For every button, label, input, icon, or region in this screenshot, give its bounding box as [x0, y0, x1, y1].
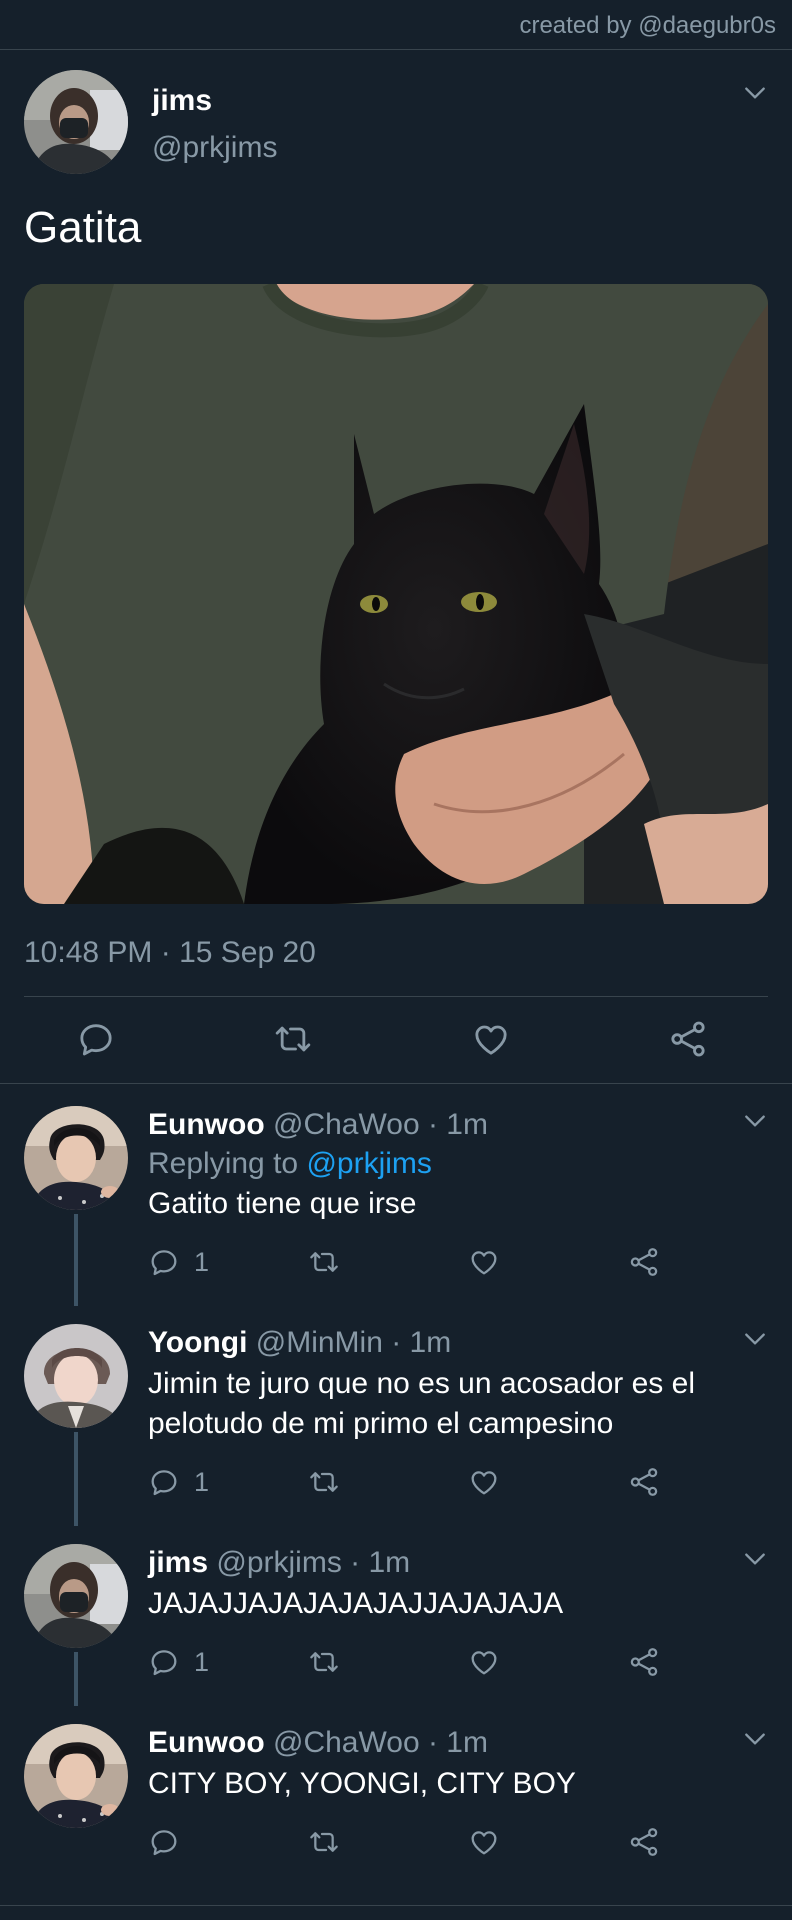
avatar[interactable] — [24, 70, 128, 174]
like-icon[interactable] — [468, 1646, 500, 1678]
avatar[interactable] — [24, 1324, 128, 1428]
replying-to-label: Replying to — [148, 1147, 307, 1180]
retweet-icon[interactable] — [308, 1646, 340, 1678]
share-icon[interactable] — [628, 1826, 660, 1858]
tweet-header: jims @prkjims — [24, 70, 768, 174]
reply-header: Eunwoo @ChaWoo · 1m — [148, 1724, 768, 1762]
credit-text: created by @daegubr0s — [519, 12, 776, 39]
reply-header: Yoongi @MinMin · 1m — [148, 1324, 768, 1362]
share-icon[interactable] — [628, 1646, 660, 1678]
chevron-down-icon[interactable] — [742, 1326, 768, 1352]
reply-meta: @ChaWoo · 1m — [273, 1726, 488, 1759]
avatar[interactable] — [24, 1544, 128, 1648]
share-icon[interactable] — [668, 1019, 708, 1059]
main-tweet: jims @prkjims Gatita 10:48 PM · 15 Sep 2… — [0, 50, 792, 1083]
tweet-photo[interactable] — [24, 284, 768, 904]
credit-header: created by @daegubr0s — [0, 0, 792, 50]
reply-text: Jimin te juro que no es un acosador es e… — [148, 1367, 695, 1440]
reply-tweet[interactable]: Yoongi @MinMin · 1m Jimin te juro que no… — [0, 1306, 792, 1526]
reply-count: 1 — [194, 1646, 210, 1677]
chevron-down-icon[interactable] — [742, 1726, 768, 1752]
reply-tweet[interactable]: jims @prkjims · 1m JAJAJJAJAJAJAJAJJAJAJ… — [0, 1526, 792, 1706]
chevron-down-icon[interactable] — [742, 1546, 768, 1572]
thread-line — [74, 1652, 78, 1706]
reply-meta: @MinMin · 1m — [255, 1326, 452, 1359]
reply-text: CITY BOY, YOONGI, CITY BOY — [148, 1767, 576, 1800]
thread-line — [74, 1432, 78, 1526]
thread-line — [74, 1214, 78, 1306]
avatar[interactable] — [24, 1106, 128, 1210]
retweet-icon[interactable] — [308, 1826, 340, 1858]
chevron-down-icon[interactable] — [742, 80, 768, 106]
reply-tweet[interactable]: Eunwoo @ChaWoo · 1m Replying to @prkjims… — [0, 1084, 792, 1306]
like-icon[interactable] — [468, 1826, 500, 1858]
reply-text: Gatito tiene que irse — [148, 1187, 417, 1220]
reply-actions — [148, 1826, 768, 1886]
replying-to: Replying to @prkjims — [148, 1144, 768, 1184]
like-icon[interactable] — [468, 1466, 500, 1498]
divider — [0, 1905, 792, 1906]
reply-author-name[interactable]: Eunwoo — [148, 1108, 265, 1141]
author-name[interactable]: jims — [152, 82, 277, 120]
reply-count: 1 — [194, 1466, 210, 1497]
share-icon[interactable] — [628, 1246, 660, 1278]
retweet-icon[interactable] — [308, 1466, 340, 1498]
tweet-timestamp: 10:48 PM · 15 Sep 20 — [24, 936, 768, 997]
reply-actions: 1 — [148, 1466, 768, 1526]
reply-icon[interactable] — [76, 1019, 116, 1059]
tweet-actions — [24, 997, 768, 1083]
author-handle[interactable]: @prkjims — [152, 128, 277, 168]
reply-actions: 1 — [148, 1646, 768, 1706]
avatar[interactable] — [24, 1724, 128, 1828]
reply-author-name[interactable]: jims — [148, 1546, 208, 1579]
reply-tweet[interactable]: Eunwoo @ChaWoo · 1m CITY BOY, YOONGI, CI… — [0, 1706, 792, 1886]
like-icon[interactable] — [471, 1019, 511, 1059]
reply-icon[interactable] — [148, 1246, 180, 1278]
reply-author-name[interactable]: Eunwoo — [148, 1726, 265, 1759]
share-icon[interactable] — [628, 1466, 660, 1498]
tweet-text: Gatita — [24, 203, 142, 252]
retweet-icon[interactable] — [308, 1246, 340, 1278]
reply-actions: 1 — [148, 1246, 768, 1306]
reply-header: jims @prkjims · 1m — [148, 1544, 768, 1582]
retweet-icon[interactable] — [273, 1019, 313, 1059]
reply-icon[interactable] — [148, 1646, 180, 1678]
like-icon[interactable] — [468, 1246, 500, 1278]
reply-meta: @ChaWoo · 1m — [273, 1108, 488, 1141]
reply-header: Eunwoo @ChaWoo · 1m — [148, 1106, 768, 1144]
replying-to-handle[interactable]: @prkjims — [306, 1147, 431, 1180]
reply-icon[interactable] — [148, 1826, 180, 1858]
reply-icon[interactable] — [148, 1466, 180, 1498]
reply-text: JAJAJJAJAJAJAJAJJAJAJAJA — [148, 1587, 564, 1620]
reply-meta: @prkjims · 1m — [216, 1546, 411, 1579]
reply-count: 1 — [194, 1246, 210, 1277]
chevron-down-icon[interactable] — [742, 1108, 768, 1134]
reply-author-name[interactable]: Yoongi — [148, 1326, 247, 1359]
